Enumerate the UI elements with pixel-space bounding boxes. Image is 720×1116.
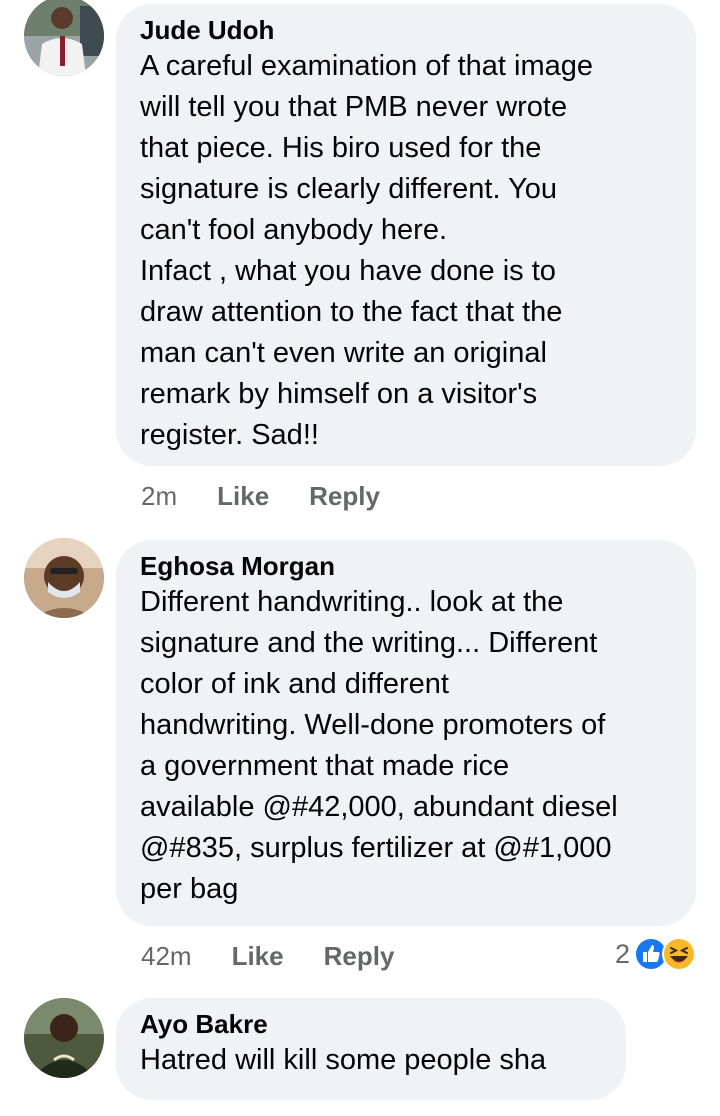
comment-text: Hatred will kill some people sha	[140, 1044, 547, 1076]
like-button[interactable]: Like	[232, 941, 284, 972]
haha-reaction-icon	[662, 937, 696, 971]
comment-timestamp[interactable]: 2m	[141, 481, 177, 512]
reaction-count: 2	[614, 938, 630, 969]
comment-author[interactable]: Jude Udoh	[140, 14, 672, 46]
comment-bubble: Eghosa Morgan Different handwriting.. lo…	[116, 540, 696, 926]
comment-actions: 2m Like Reply	[141, 476, 420, 516]
like-button[interactable]: Like	[217, 481, 269, 512]
comment-bubble: Jude Udoh A careful examination of that …	[116, 4, 696, 466]
reply-button[interactable]: Reply	[324, 941, 395, 972]
person-avatar-icon	[24, 538, 104, 618]
reaction-summary[interactable]: 2	[615, 934, 696, 974]
avatar-ayo-bakre[interactable]	[24, 998, 104, 1078]
comment-text: Different handwriting.. look at the sign…	[140, 586, 618, 905]
reply-button[interactable]: Reply	[309, 481, 380, 512]
person-avatar-icon	[24, 0, 104, 76]
comment-author[interactable]: Ayo Bakre	[140, 1008, 602, 1040]
comment-text: A careful examination of that image will…	[140, 50, 593, 451]
comment-author[interactable]: Eghosa Morgan	[140, 550, 672, 582]
comment-timestamp[interactable]: 42m	[141, 941, 192, 972]
comment-actions: 42m Like Reply	[141, 936, 434, 976]
comment-bubble: Ayo Bakre Hatred will kill some people s…	[116, 998, 626, 1100]
avatar-jude-udoh[interactable]	[24, 0, 104, 76]
avatar-eghosa-morgan[interactable]	[24, 538, 104, 618]
person-avatar-icon	[24, 998, 104, 1078]
